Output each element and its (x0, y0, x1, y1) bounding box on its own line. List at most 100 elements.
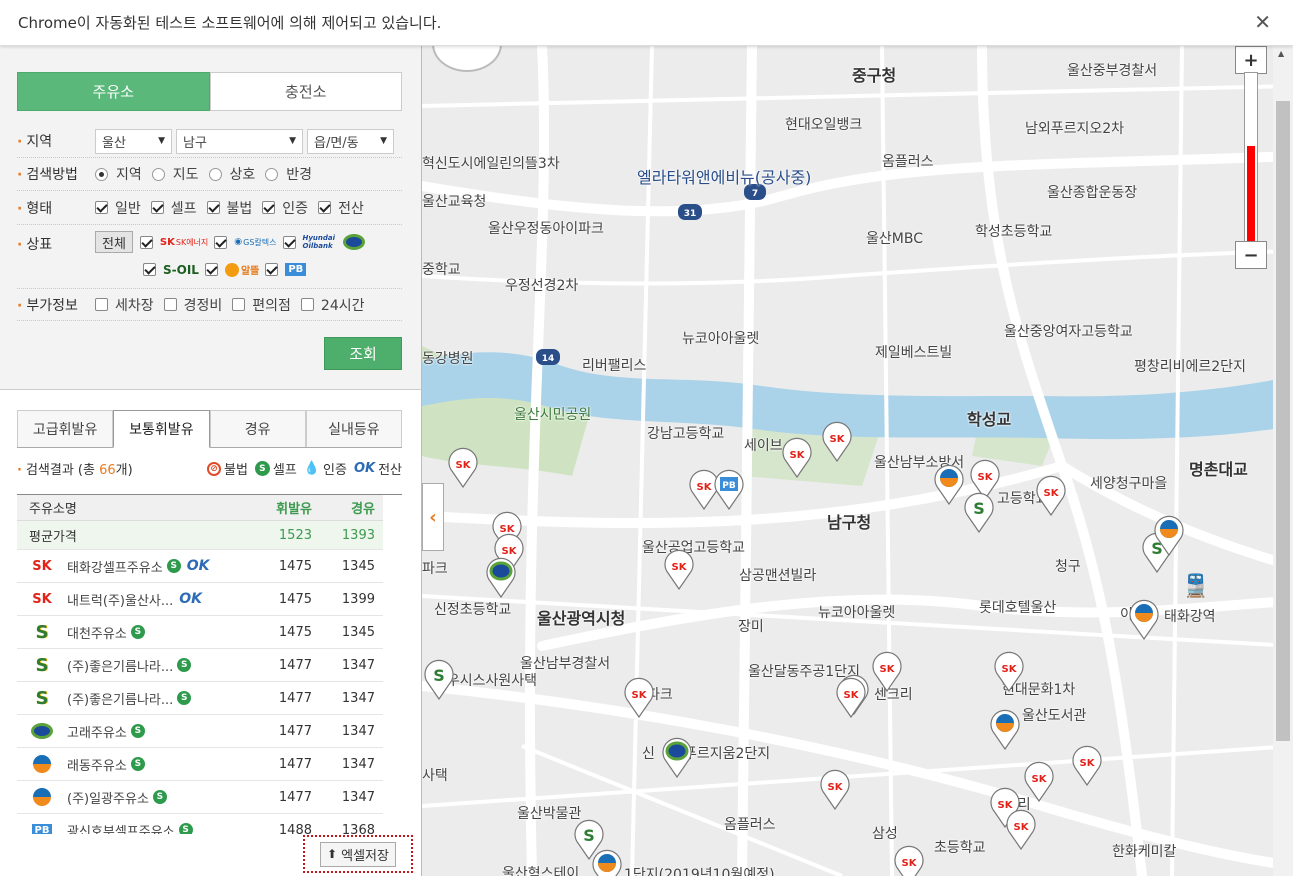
diesel-price: 1345 (341, 624, 375, 640)
station-pin-icon[interactable]: SK (1004, 806, 1038, 851)
brand-pb-checkbox[interactable]: PB (265, 263, 307, 276)
zoom-control: + − (1235, 46, 1267, 271)
close-icon[interactable]: ✕ (1254, 10, 1271, 34)
station-pin-icon[interactable]: SK (662, 546, 696, 591)
table-row[interactable]: S (주)좋은기름나라... S 1477 1347 (17, 649, 383, 682)
station-name[interactable]: 광신호부셀프주유소 (67, 821, 175, 835)
station-pin-icon[interactable] (1152, 512, 1186, 557)
station-pin-icon[interactable]: SK (446, 444, 480, 489)
brand-gs-checkbox[interactable]: ◉ GS칼텍스 (214, 235, 277, 249)
table-row[interactable]: S (주)좋은기름나라... S 1477 1347 (17, 682, 383, 715)
station-name[interactable]: 고래주유소 (67, 722, 127, 741)
average-diesel: 1393 (341, 527, 375, 543)
tab-regular-gasoline[interactable]: 보통휘발유 (113, 410, 210, 448)
gasoline-price: 1477 (278, 723, 312, 739)
station-pin-icon[interactable]: SK (892, 842, 926, 876)
map-label: 리버팰리스 (582, 358, 647, 374)
station-pin-icon[interactable]: SK (834, 674, 868, 719)
town-select-value: 읍/면/동 (314, 135, 359, 151)
station-pin-icon[interactable]: SK (1022, 758, 1056, 803)
station-pin-icon[interactable]: SK (1034, 472, 1068, 517)
station-pin-icon[interactable]: S (962, 489, 996, 534)
map-label: 중학교 (422, 262, 461, 278)
map-view[interactable]: 7 31 14 중구청 울산중부경찰서 현대오일뱅크 남외푸르지오2차 혁신도시에일린의… (422, 46, 1293, 876)
method-radius-radio[interactable]: 반경 (265, 164, 312, 184)
tab-diesel[interactable]: 경유 (209, 410, 306, 447)
table-row[interactable]: (주)일광주유소 S 1477 1347 (17, 781, 383, 814)
brand-soil-checkbox[interactable]: S-OIL (143, 263, 199, 277)
town-select[interactable]: 읍/면/동 ▼ (307, 128, 394, 154)
station-name[interactable]: 태화강셀프주유소 (67, 557, 163, 576)
station-pin-icon[interactable]: SK (780, 434, 814, 479)
station-name[interactable]: 내트럭(주)울산사... (67, 590, 173, 609)
station-name[interactable]: 대천주유소 (67, 623, 127, 642)
station-pin-icon[interactable]: SK (870, 648, 904, 693)
tab-gas-station[interactable]: 주유소 (17, 72, 210, 111)
map-scroll-thumb[interactable] (1276, 101, 1290, 741)
tab-charging-station[interactable]: 충전소 (209, 72, 402, 111)
table-row[interactable]: PB 광신호부셀프주유소 S 1488 1368 (17, 814, 383, 834)
type-general-checkbox[interactable]: 일반 (95, 198, 141, 218)
zoom-level-fill (1247, 146, 1255, 243)
brand-all-button[interactable]: 전체 (95, 231, 133, 253)
station-pin-icon[interactable]: S (422, 656, 456, 701)
map-label: 세양청구마을 (1090, 476, 1168, 492)
brand-altteul-checkbox[interactable]: 알뜰 (204, 262, 259, 277)
station-pin-icon[interactable] (932, 461, 966, 506)
checkbox-icon (265, 263, 279, 276)
station-pin-icon[interactable] (660, 734, 694, 779)
gs-logo-icon: ◉ (234, 237, 243, 247)
map-scrollbar[interactable]: ▲ (1273, 46, 1293, 876)
station-pin-icon[interactable]: SK (1070, 742, 1104, 787)
station-name[interactable]: 래동주유소 (67, 755, 127, 774)
method-region-radio[interactable]: 지역 (95, 164, 142, 184)
station-pin-icon[interactable] (988, 706, 1022, 751)
type-illegal-checkbox[interactable]: 불법 (206, 198, 252, 218)
extra-24h-checkbox[interactable]: 24시간 (300, 295, 365, 315)
zoom-slider[interactable] (1244, 72, 1258, 244)
collapse-panel-button[interactable]: ‹ (422, 483, 444, 551)
header-gasoline[interactable]: 휘발유 (257, 498, 320, 517)
extra-maintenance-checkbox[interactable]: 경정비 (163, 295, 222, 315)
result-count-text: 검색결과 (총 66개) (17, 459, 133, 478)
header-diesel[interactable]: 경유 (320, 498, 383, 517)
table-row[interactable]: 래동주유소 S 1477 1347 (17, 748, 383, 781)
zoom-out-button[interactable]: − (1235, 241, 1267, 269)
station-pin-icon[interactable] (1127, 596, 1161, 641)
extra-carwash-checkbox[interactable]: 세차장 (95, 295, 154, 315)
type-certified-checkbox[interactable]: 인증 (262, 198, 308, 218)
table-row[interactable]: S 대천주유소 S 1475 1345 (17, 616, 383, 649)
station-pin-icon[interactable]: PB (712, 466, 746, 511)
station-name[interactable]: (주)좋은기름나라... (67, 689, 173, 708)
brand-hyundai-checkbox[interactable]: Hyundai Oilbank (282, 234, 365, 250)
method-map-radio[interactable]: 지도 (151, 164, 199, 184)
type-self-checkbox[interactable]: 셀프 (150, 198, 197, 218)
station-pin-icon[interactable] (590, 846, 624, 876)
map-label: 푸르지움2단지 (684, 746, 771, 762)
station-name[interactable]: (주)좋은기름나라... (67, 656, 173, 675)
station-pin-icon[interactable]: SK (992, 648, 1026, 693)
tab-kerosene[interactable]: 실내등유 (305, 410, 402, 447)
city-select[interactable]: 울산 ▼ (95, 128, 172, 154)
zoom-in-button[interactable]: + (1235, 46, 1267, 74)
district-select[interactable]: 남구 ▼ (176, 128, 303, 154)
checkbox-icon (262, 201, 276, 214)
tab-premium-gasoline[interactable]: 고급휘발유 (17, 410, 114, 447)
station-pin-icon[interactable]: SK (622, 674, 656, 719)
brand-sk-checkbox[interactable]: SK SK에너지 (139, 235, 208, 249)
table-row[interactable]: 고래주유소 S 1477 1347 (17, 715, 383, 748)
extra-store-checkbox[interactable]: 편의점 (232, 295, 291, 315)
search-button[interactable]: 조회 (324, 337, 402, 370)
method-name-radio[interactable]: 상호 (208, 164, 255, 184)
station-name[interactable]: (주)일광주유소 (67, 788, 149, 807)
excel-save-button[interactable]: ⬆ 엑셀저장 (320, 841, 396, 867)
scroll-up-icon[interactable]: ▲ (1278, 49, 1284, 58)
table-row[interactable]: SK 내트럭(주)울산사... OK 1475 1399 (17, 583, 383, 616)
station-pin-icon[interactable]: SK (818, 766, 852, 811)
sk-logo-icon: SK (159, 236, 175, 248)
type-computerized-checkbox[interactable]: 전산 (318, 198, 364, 218)
table-row[interactable]: SK 태화강셀프주유소 S OK 1475 1345 (17, 550, 383, 583)
station-pin-icon[interactable] (484, 554, 518, 599)
checkbox-icon (150, 201, 164, 214)
station-pin-icon[interactable]: SK (820, 418, 854, 463)
